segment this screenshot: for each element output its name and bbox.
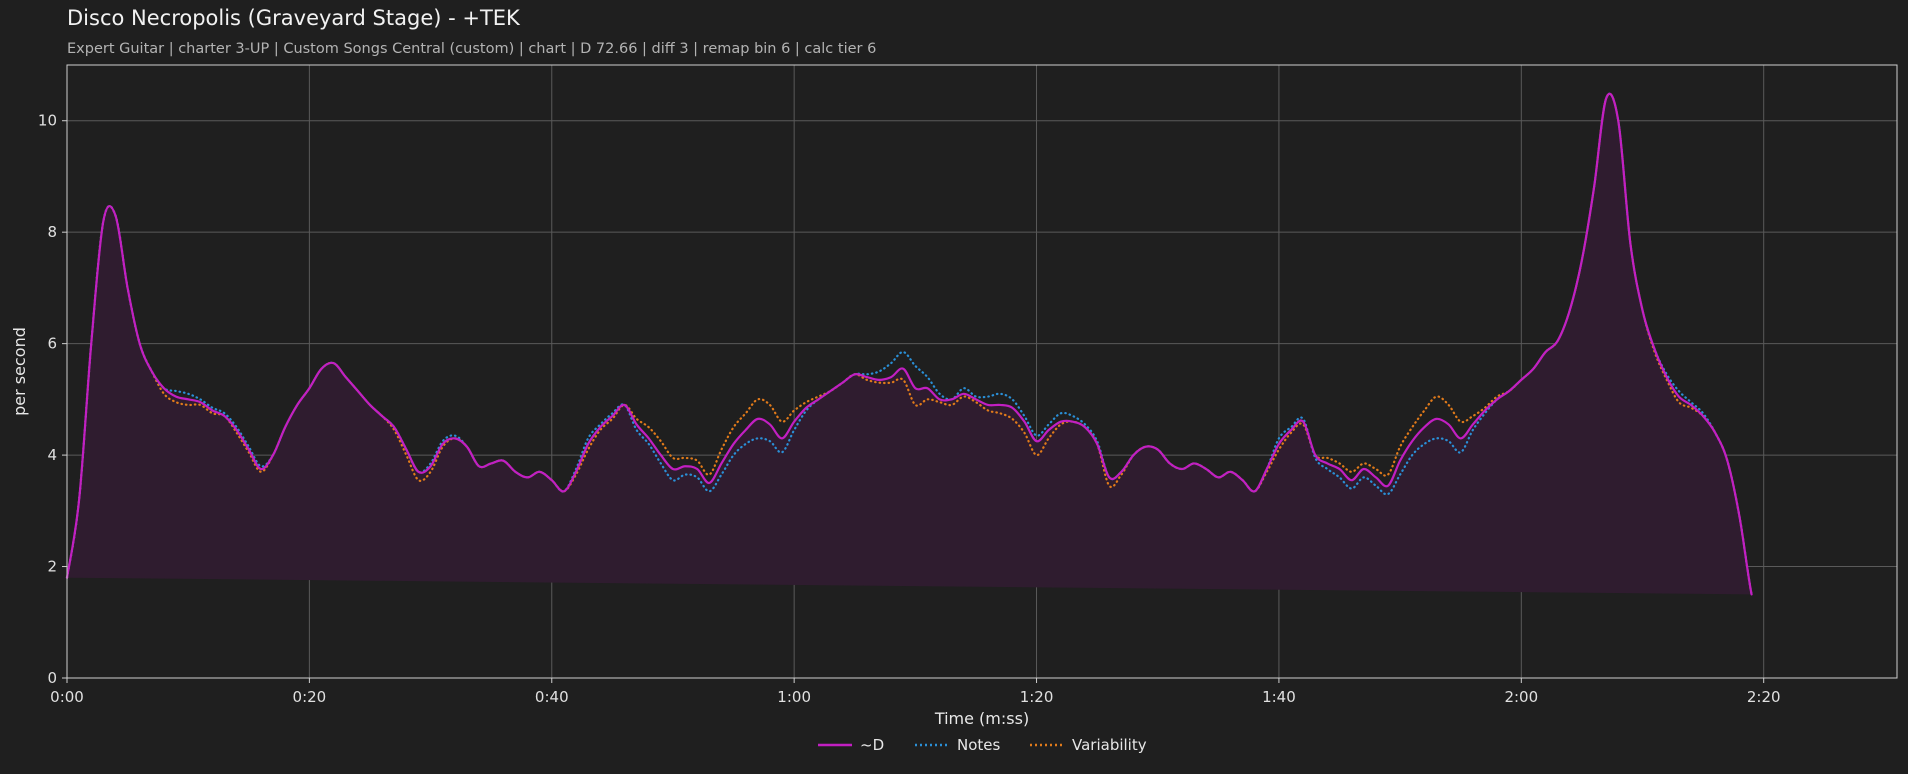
chart-legend: ~D Notes Variability — [0, 736, 1908, 760]
difficulty-chart: 0:00 0:20 0:40 1:00 1:20 1:40 2:00 2:20 0 2 4 6 8 10… — [10, 64, 1898, 728]
y-tick-label: 4 — [47, 446, 57, 464]
legend-item-variability: Variability — [1030, 736, 1147, 754]
legend-label-notes: Notes — [957, 736, 1001, 754]
y-tick-label: 0 — [47, 669, 57, 687]
y-axis-label: per second — [10, 327, 29, 416]
x-tick-label: 1:40 — [1262, 688, 1296, 706]
legend-item-d: ~D — [818, 736, 884, 754]
y-tick-label: 2 — [47, 558, 57, 576]
x-tick-label: 0:20 — [293, 688, 327, 706]
legend-item-notes: Notes — [915, 736, 1000, 754]
x-tick-label: 0:00 — [50, 688, 84, 706]
x-axis-label: Time (m:ss) — [934, 709, 1029, 728]
legend-label-d: ~D — [860, 736, 885, 754]
x-tick-label: 0:40 — [535, 688, 569, 706]
y-axis-ticks: 0 2 4 6 8 10 — [38, 112, 67, 687]
y-tick-label: 8 — [47, 223, 57, 241]
x-axis-ticks: 0:00 0:20 0:40 1:00 1:20 1:40 2:00 2:20 — [50, 678, 1781, 706]
legend-label-variability: Variability — [1072, 736, 1147, 754]
y-tick-label: 10 — [38, 112, 57, 130]
x-tick-label: 1:20 — [1020, 688, 1054, 706]
x-tick-label: 2:00 — [1504, 688, 1538, 706]
x-tick-label: 2:20 — [1747, 688, 1781, 706]
x-tick-label: 1:00 — [777, 688, 811, 706]
legend-swatch-d — [818, 742, 852, 748]
legend-swatch-variability — [1030, 742, 1064, 748]
y-tick-label: 6 — [47, 335, 57, 353]
legend-swatch-notes — [915, 742, 949, 748]
